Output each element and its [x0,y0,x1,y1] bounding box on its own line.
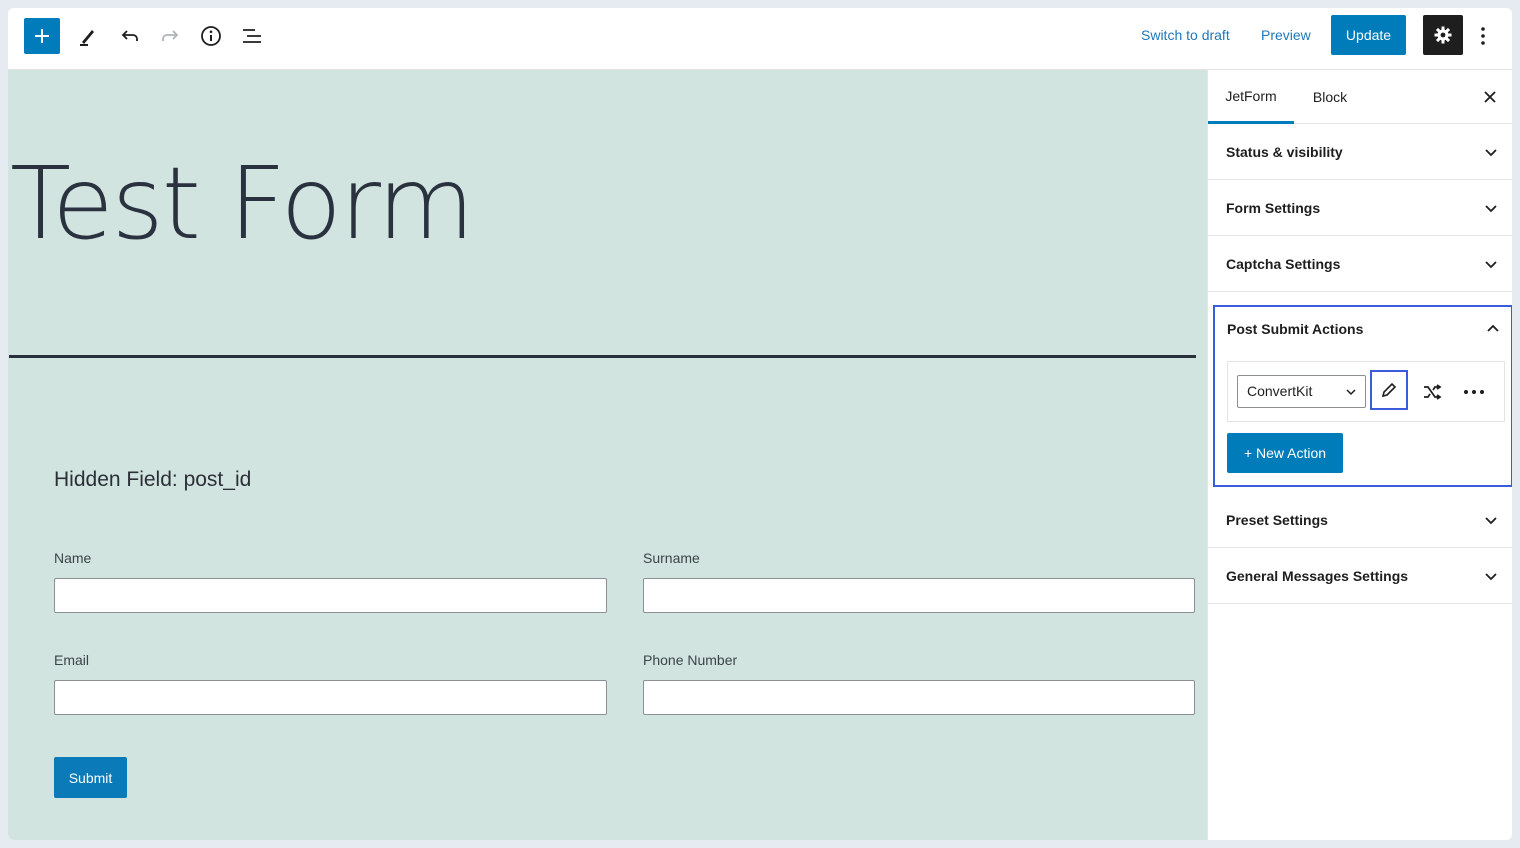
panel-title: Captcha Settings [1226,256,1341,272]
action-type-value: ConvertKit [1247,383,1313,399]
chevron-down-icon [1485,517,1497,525]
details-button[interactable] [193,18,229,54]
editor-window: Switch to draft Preview Update Test Form… [8,8,1512,840]
panel-title: Form Settings [1226,200,1321,216]
more-options-button[interactable] [1456,375,1492,409]
panel-title: Preset Settings [1226,512,1328,528]
surname-field[interactable] [643,578,1195,613]
chevron-down-icon [1485,261,1497,269]
action-row: ConvertKit [1227,361,1505,422]
top-toolbar: Switch to draft Preview Update [8,8,1512,70]
new-action-button[interactable]: + New Action [1227,433,1343,473]
panel-form-settings[interactable]: Form Settings [1208,180,1512,236]
editor-canvas: Test Form Hidden Field: post_id Name Sur… [8,70,1207,840]
page-title[interactable]: Test Form [10,154,475,254]
phone-field[interactable] [643,680,1195,715]
info-icon [201,26,221,46]
phone-label: Phone Number [643,652,738,668]
hidden-field-label[interactable]: Hidden Field: post_id [54,468,251,492]
settings-button[interactable] [1423,15,1463,55]
panel-title: General Messages Settings [1226,568,1409,584]
update-button[interactable]: Update [1331,15,1406,55]
gear-icon [1434,26,1452,44]
options-button[interactable] [1468,18,1498,54]
shuffle-icon [1424,384,1442,400]
surname-label: Surname [643,550,700,566]
list-view-button[interactable] [234,18,270,54]
switch-to-draft-link[interactable]: Switch to draft [1141,27,1230,43]
submit-button[interactable]: Submit [54,757,127,798]
chevron-down-icon [1346,389,1356,396]
undo-button[interactable] [112,18,148,54]
tab-jetform[interactable]: JetForm [1208,70,1294,124]
sidebar-tabs: JetForm Block [1208,70,1512,124]
panel-title[interactable]: Post Submit Actions [1227,321,1363,337]
close-icon [1484,91,1496,103]
redo-button[interactable] [152,18,188,54]
action-type-select[interactable]: ConvertKit [1237,375,1366,408]
undo-icon [121,30,138,41]
conditions-button[interactable] [1414,375,1450,409]
settings-sidebar: JetForm Block Status & visibility Form S… [1207,70,1512,840]
chevron-up-icon[interactable] [1485,321,1501,337]
panel-general-messages[interactable]: General Messages Settings [1208,548,1512,604]
redo-icon [162,30,179,41]
name-label: Name [54,550,92,566]
panel-title: Status & visibility [1226,144,1343,160]
chevron-down-icon [1485,573,1497,581]
email-field[interactable] [54,680,607,715]
list-view-icon [243,29,261,43]
pencil-icon [1381,382,1397,398]
plus-icon [35,29,49,43]
tab-block[interactable]: Block [1301,70,1359,124]
name-field[interactable] [54,578,607,613]
panel-captcha-settings[interactable]: Captcha Settings [1208,236,1512,292]
email-label: Email [54,652,90,668]
chevron-down-icon [1485,149,1497,157]
panel-post-submit-actions: Post Submit Actions ConvertKit + New Act… [1213,305,1512,487]
tools-button[interactable] [70,18,106,54]
add-block-button[interactable] [24,18,60,54]
kebab-menu-icon [1481,27,1485,45]
panel-status-visibility[interactable]: Status & visibility [1208,124,1512,180]
preview-link[interactable]: Preview [1261,27,1311,43]
close-sidebar-button[interactable] [1478,85,1502,109]
panel-preset-settings[interactable]: Preset Settings [1208,492,1512,548]
pencil-icon [80,30,94,46]
edit-action-button[interactable] [1370,370,1408,410]
separator [9,355,1196,358]
chevron-down-icon [1485,205,1497,213]
ellipsis-icon [1464,390,1484,394]
